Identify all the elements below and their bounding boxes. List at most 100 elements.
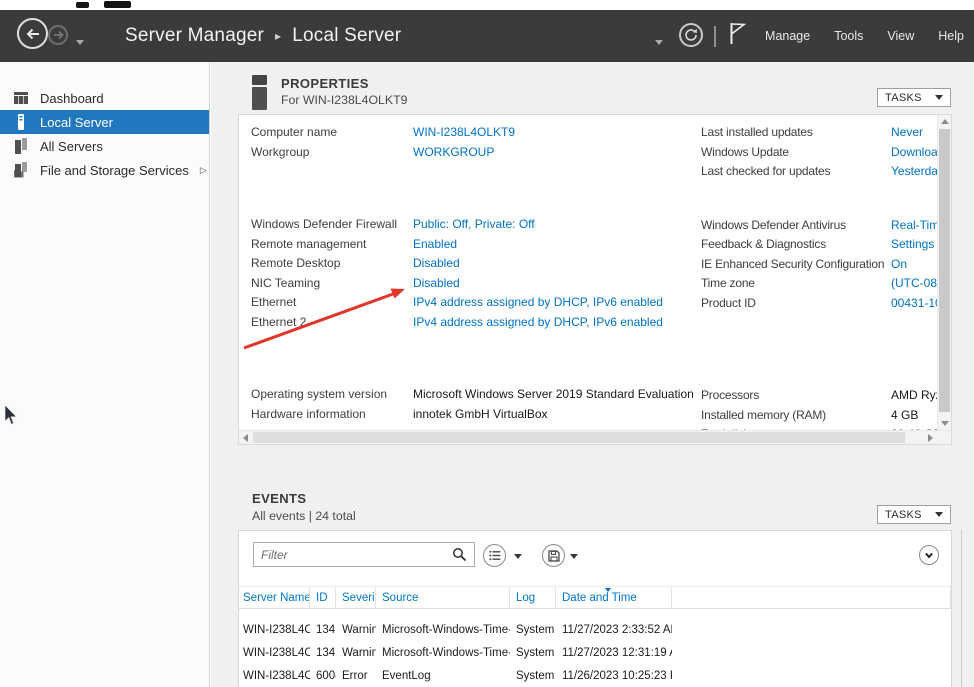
property-value[interactable]: WIN-I238L4OLKT9 bbox=[413, 123, 515, 143]
filter-input[interactable] bbox=[253, 542, 475, 567]
scroll-down-icon[interactable] bbox=[941, 421, 949, 426]
menu-tools[interactable]: Tools bbox=[834, 29, 863, 43]
property-label: Installed memory (RAM) bbox=[701, 406, 891, 426]
list-icon bbox=[489, 550, 501, 561]
property-value[interactable]: Enabled bbox=[413, 235, 457, 255]
scroll-right-icon[interactable] bbox=[928, 434, 933, 442]
scroll-left-icon[interactable] bbox=[243, 434, 248, 442]
event-cell: Error bbox=[336, 665, 376, 687]
property-row-feedback-diagnostics: Feedback & DiagnosticsSettings bbox=[701, 235, 937, 255]
refresh-button[interactable] bbox=[679, 23, 703, 47]
event-cell: 6008 bbox=[310, 665, 336, 687]
page-edge-divider bbox=[961, 530, 962, 687]
scrollbar-thumb[interactable] bbox=[939, 129, 950, 412]
titlebar-separator bbox=[714, 26, 716, 47]
property-label: Computer name bbox=[251, 123, 413, 143]
properties-section-title: PROPERTIES bbox=[281, 76, 369, 91]
property-row-ie-enhanced-security-configuration: IE Enhanced Security ConfigurationOn bbox=[701, 255, 937, 275]
property-row-remote-management: Remote managementEnabled bbox=[251, 235, 697, 255]
event-row[interactable]: WIN-I238L4OLKT9134WarningMicrosoft-Windo… bbox=[239, 619, 951, 642]
refresh-caret-icon[interactable] bbox=[655, 40, 663, 45]
menu-help[interactable]: Help bbox=[938, 29, 964, 43]
property-row-remote-desktop: Remote DesktopDisabled bbox=[251, 254, 697, 274]
property-label: Feedback & Diagnostics bbox=[701, 235, 891, 255]
property-label: Remote Desktop bbox=[251, 254, 413, 274]
property-value[interactable]: Yesterday bbox=[891, 162, 937, 182]
sidebar-item-local-server[interactable]: Local Server bbox=[0, 110, 209, 134]
breadcrumb-root[interactable]: Server Manager bbox=[125, 25, 264, 47]
save-caret-icon[interactable] bbox=[570, 554, 578, 559]
property-label: Product ID bbox=[701, 294, 891, 314]
property-value[interactable]: IPv4 address assigned by DHCP, IPv6 enab… bbox=[413, 293, 663, 313]
column-header-date-and-time[interactable]: Date and Time bbox=[556, 587, 672, 608]
breadcrumb-separator-icon: ▸ bbox=[275, 29, 281, 43]
events-section-subtitle: All events | 24 total bbox=[252, 509, 356, 523]
forward-button[interactable] bbox=[48, 25, 68, 45]
property-value[interactable]: Disabled bbox=[413, 254, 460, 274]
event-cell: WIN-I238L4OLKT9 bbox=[239, 665, 310, 687]
property-label: Operating system version bbox=[251, 385, 413, 405]
save-query-button[interactable] bbox=[542, 544, 565, 567]
property-value[interactable]: WORKGROUP bbox=[413, 143, 494, 163]
column-header-log[interactable]: Log bbox=[510, 587, 556, 608]
column-header-severity[interactable]: Severity bbox=[336, 587, 376, 608]
arrow-right-icon bbox=[53, 30, 64, 40]
saved-queries-button[interactable] bbox=[483, 544, 506, 567]
properties-vertical-scrollbar[interactable] bbox=[937, 115, 951, 430]
notifications-flag-icon[interactable] bbox=[728, 21, 746, 45]
sidebar-item-dashboard[interactable]: Dashboard bbox=[0, 86, 209, 110]
property-label: Hardware information bbox=[251, 405, 413, 425]
sidebar-item-file-and-storage-services[interactable]: File and Storage Services▷ bbox=[0, 158, 209, 182]
search-icon[interactable] bbox=[452, 547, 468, 563]
property-row-time-zone: Time zone(UTC-08:0 bbox=[701, 274, 937, 294]
scrollbar-thumb[interactable] bbox=[253, 432, 905, 443]
properties-horizontal-scrollbar[interactable] bbox=[239, 430, 951, 444]
property-value[interactable]: Download bbox=[891, 143, 937, 163]
sidebar-items: DashboardLocal ServerAll ServersFile and… bbox=[0, 62, 209, 182]
property-value[interactable]: Never bbox=[891, 123, 937, 143]
property-value[interactable]: Public: Off, Private: Off bbox=[413, 215, 535, 235]
properties-panel: Computer nameWIN-I238L4OLKT9WorkgroupWOR… bbox=[238, 114, 952, 445]
property-value[interactable]: Disabled bbox=[413, 274, 460, 294]
property-row-last-checked-for-updates: Last checked for updatesYesterday bbox=[701, 162, 937, 182]
property-value[interactable]: On bbox=[891, 255, 937, 275]
property-label: IE Enhanced Security Configuration bbox=[701, 255, 891, 275]
refresh-icon bbox=[684, 28, 698, 42]
sidebar-item-all-servers[interactable]: All Servers bbox=[0, 134, 209, 158]
back-button[interactable] bbox=[17, 18, 48, 49]
property-row-workgroup: WorkgroupWORKGROUP bbox=[251, 143, 697, 163]
queries-caret-icon[interactable] bbox=[514, 554, 522, 559]
property-value[interactable]: (UTC-08:0 bbox=[891, 274, 937, 294]
column-header-server-name[interactable]: Server Name bbox=[239, 587, 310, 608]
event-row[interactable]: WIN-I238L4OLKT9134WarningMicrosoft-Windo… bbox=[239, 642, 951, 665]
property-value[interactable]: Settings bbox=[891, 235, 937, 255]
properties-tasks-button[interactable]: TASKS bbox=[877, 88, 951, 107]
nav-history-caret-icon[interactable] bbox=[76, 40, 84, 45]
property-group: Last installed updatesNeverWindows Updat… bbox=[701, 123, 937, 182]
property-value[interactable]: IPv4 address assigned by DHCP, IPv6 enab… bbox=[413, 313, 663, 333]
property-row-windows-update: Windows UpdateDownload bbox=[701, 143, 937, 163]
dashboard-icon bbox=[13, 90, 29, 106]
property-label: Windows Defender Antivirus bbox=[701, 216, 891, 236]
event-cell: Warning bbox=[336, 642, 376, 665]
property-value[interactable]: Real-Time bbox=[891, 216, 937, 236]
event-row[interactable]: WIN-I238L4OLKT96008ErrorEventLogSystem11… bbox=[239, 665, 951, 687]
chevron-right-icon[interactable]: ▷ bbox=[200, 165, 207, 176]
column-header-id[interactable]: ID bbox=[310, 587, 336, 608]
property-group: Operating system versionMicrosoft Window… bbox=[251, 385, 697, 424]
property-value[interactable]: 00431-10 bbox=[891, 294, 937, 314]
column-header-source[interactable]: Source bbox=[376, 587, 510, 608]
menu-manage[interactable]: Manage bbox=[765, 29, 810, 43]
property-label: Windows Update bbox=[701, 143, 891, 163]
event-cell: System bbox=[510, 619, 556, 642]
menu-view[interactable]: View bbox=[887, 29, 914, 43]
scroll-up-icon[interactable] bbox=[941, 119, 949, 124]
event-cell: 11/26/2023 10:25:23 PM bbox=[556, 665, 672, 687]
property-label: Processors bbox=[701, 386, 891, 406]
property-row-nic-teaming: NIC TeamingDisabled bbox=[251, 274, 697, 294]
events-table-body: WIN-I238L4OLKT9134WarningMicrosoft-Windo… bbox=[239, 619, 951, 687]
arrow-left-icon bbox=[25, 27, 41, 41]
collapse-events-button[interactable] bbox=[919, 545, 939, 565]
chevron-down-icon bbox=[922, 548, 936, 562]
events-tasks-button[interactable]: TASKS bbox=[877, 505, 951, 524]
